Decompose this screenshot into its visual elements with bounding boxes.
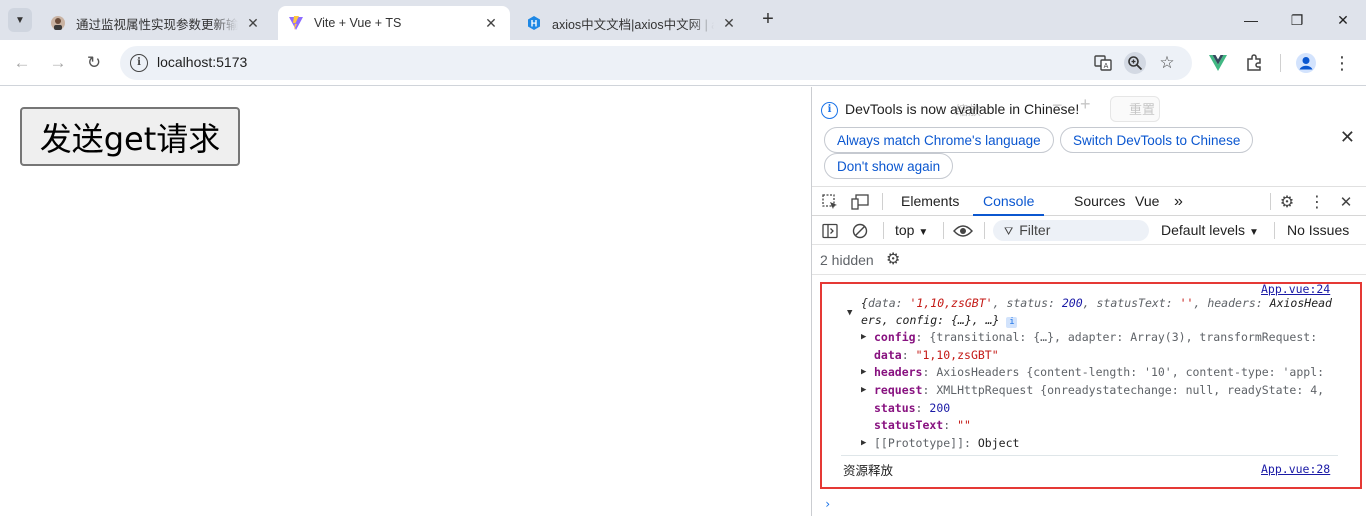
tab-1-title: 通过监视属性实现参数更新输出 [76, 17, 238, 32]
vue-devtools-icon[interactable] [1206, 51, 1230, 75]
tab-3-title: axios中文文档|axios中文网 | ax [552, 17, 714, 32]
prop-data: data: "1,10,zsGBT" [874, 348, 999, 362]
tab-search-button[interactable]: ▼ [8, 8, 32, 32]
close-icon[interactable]: ✕ [482, 15, 500, 32]
info-icon: i [821, 102, 838, 119]
device-toolbar-icon[interactable] [850, 192, 870, 212]
expand-triangle-icon[interactable]: ▶ [861, 332, 866, 342]
console-prompt-icon[interactable]: › [824, 497, 831, 511]
tab-2-title: Vite + Vue + TS [314, 16, 402, 30]
filter-input[interactable]: ⛛ Filter [993, 220, 1149, 241]
hidden-count: 2 hidden [820, 252, 874, 268]
object-summary-line2[interactable]: ers, config: {…}, …} i [861, 313, 1018, 328]
caret-down-icon: ▼ [918, 227, 929, 238]
kebab-menu-icon[interactable]: ⋮ [1307, 192, 1327, 212]
svg-text:A: A [1104, 63, 1109, 70]
console-output: App.vue:24 ▼ {data: '1,10,zsGBT', status… [812, 275, 1366, 516]
tab-console[interactable]: Console [973, 187, 1045, 216]
expand-triangle-icon[interactable]: ▶ [861, 438, 866, 448]
browser-toolbar: ← → ↻ i localhost:5173 A ☆ ⋮ [0, 40, 1366, 86]
sidebar-toggle-icon[interactable] [820, 221, 840, 241]
forward-arrow-icon[interactable]: → [46, 51, 70, 75]
tab-2[interactable]: Vite + Vue + TS ✕ [278, 6, 510, 40]
context-value: top [895, 222, 915, 238]
tab-elements[interactable]: Elements [891, 187, 969, 216]
back-arrow-icon[interactable]: ← [10, 51, 34, 75]
close-devtools-icon[interactable]: ✕ [1336, 192, 1356, 212]
prop-status: status: 200 [874, 401, 951, 415]
tab-strip: ▼ 通过监视属性实现参数更新输出 ✕ Vite + Vue + TS ✕ H a… [0, 0, 1366, 40]
context-select[interactable]: top ▼ [895, 222, 928, 238]
devtools-tab-bar: Elements Console Sources Vue » ⚙ ⋮ ✕ [812, 186, 1366, 216]
levels-value: Default levels [1161, 222, 1246, 238]
info-badge-icon: i [1006, 317, 1018, 328]
h-icon: H [526, 15, 542, 31]
close-icon[interactable]: ✕ [720, 15, 738, 32]
prop-request[interactable]: request: XMLHttpRequest {onreadystatecha… [874, 383, 1324, 397]
infobar-message: DevTools is now available in Chinese! [845, 101, 1080, 117]
filter-funnel-icon: ⛛ [1004, 226, 1014, 238]
url-text[interactable]: localhost:5173 [157, 54, 247, 70]
source-link[interactable]: App.vue:28 [1261, 462, 1330, 476]
always-match-language-button[interactable]: Always match Chrome's language [824, 127, 1054, 153]
log-separator [841, 455, 1338, 456]
extensions-puzzle-icon[interactable] [1242, 51, 1266, 75]
ghost-reset-label: 重置 [1129, 102, 1156, 117]
reload-icon[interactable]: ↻ [82, 51, 106, 75]
tab-3[interactable]: H axios中文文档|axios中文网 | ax ✕ [516, 6, 748, 40]
translate-icon[interactable]: A [1092, 52, 1114, 74]
expand-triangle-icon[interactable]: ▶ [861, 385, 866, 395]
issues-button[interactable]: No Issues [1287, 222, 1349, 238]
console-toolbar: top ▼ ⛛ Filter Default levels ▼ No Issues [812, 216, 1366, 245]
profile-avatar-icon[interactable] [1294, 51, 1318, 75]
restore-icon[interactable]: ❐ [1274, 0, 1320, 40]
avatar-icon [50, 15, 66, 31]
tab-1[interactable]: 通过监视属性实现参数更新输出 ✕ [40, 6, 272, 40]
prop-statustext: statusText: "" [874, 418, 971, 432]
prop-prototype[interactable]: [[Prototype]]: Object [874, 436, 1019, 450]
bookmark-star-icon[interactable]: ☆ [1156, 52, 1178, 74]
vite-icon [288, 15, 304, 31]
svg-text:H: H [531, 19, 538, 29]
ghost-plus-icon: + [1080, 94, 1091, 114]
prop-config[interactable]: config: {transitional: {…}, adapter: Arr… [874, 330, 1317, 344]
address-bar[interactable]: i localhost:5173 A ☆ [120, 46, 1192, 80]
expand-triangle-icon[interactable]: ▶ [861, 367, 866, 377]
send-get-button[interactable]: 发送get请求 [20, 107, 240, 166]
dont-show-again-button[interactable]: Don't show again [824, 153, 954, 179]
prop-headers[interactable]: headers: AxiosHeaders {content-length: '… [874, 365, 1324, 379]
new-tab-button[interactable]: + [758, 9, 778, 30]
chevron-down-icon: ▼ [15, 14, 25, 26]
zoom-icon[interactable] [1124, 52, 1146, 74]
more-tabs-icon[interactable]: » [1164, 187, 1193, 216]
close-icon[interactable]: ✕ [1340, 127, 1355, 148]
devtools-panel: 缩放 − + 重置 i DevTools is now available in… [811, 87, 1366, 516]
site-info-icon[interactable]: i [130, 54, 148, 72]
page-viewport: 发送get请求 [0, 87, 811, 516]
close-icon[interactable]: ✕ [244, 15, 262, 32]
switch-to-chinese-button[interactable]: Switch DevTools to Chinese [1060, 127, 1254, 153]
log-message: 资源释放 [843, 463, 894, 478]
language-infobar: 缩放 − + 重置 i DevTools is now available in… [812, 87, 1366, 186]
console-settings-gear-icon[interactable]: ⚙ [886, 249, 900, 269]
caret-down-icon: ▼ [1248, 227, 1259, 238]
expanded-triangle-icon[interactable]: ▼ [847, 308, 852, 318]
eye-icon[interactable] [953, 221, 973, 241]
menu-kebab-icon[interactable]: ⋮ [1330, 51, 1354, 75]
levels-dropdown[interactable]: Default levels ▼ [1161, 222, 1259, 238]
source-link[interactable]: App.vue:24 [1261, 282, 1330, 296]
clear-console-icon[interactable] [850, 221, 870, 241]
minimize-icon[interactable]: — [1228, 0, 1274, 40]
inspect-element-icon[interactable] [820, 192, 840, 212]
filter-placeholder: Filter [1019, 222, 1051, 238]
close-window-icon[interactable]: ✕ [1320, 0, 1366, 40]
settings-gear-icon[interactable]: ⚙ [1277, 192, 1297, 212]
tab-vue[interactable]: Vue [1125, 187, 1169, 216]
object-summary-line1[interactable]: {data: '1,10,zsGBT', status: 200, status… [861, 296, 1332, 310]
hidden-messages-bar: 2 hidden ⚙ [812, 245, 1366, 275]
